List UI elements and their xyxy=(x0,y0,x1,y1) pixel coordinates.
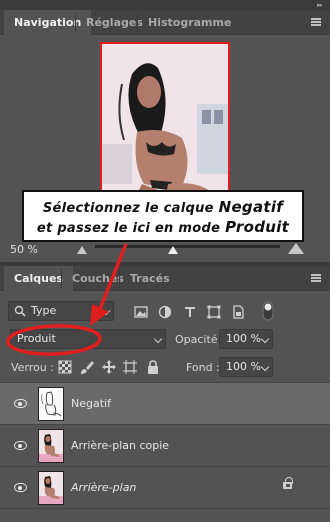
photo-thumbnail-icon xyxy=(39,430,63,462)
lock-position-icon[interactable] xyxy=(101,359,117,375)
layers-tabbar: Calques Couches Tracés xyxy=(0,266,330,291)
eye-icon[interactable] xyxy=(14,399,27,408)
smart-object-filter-icon[interactable] xyxy=(230,304,246,320)
chevron-down-icon xyxy=(153,334,163,344)
layer-thumbnail xyxy=(38,429,64,463)
photo-thumbnail-icon xyxy=(39,472,63,504)
callout-text: Sélectionnez le calque xyxy=(42,201,219,216)
layer-filter-row: Type xyxy=(0,298,330,324)
navigation-panel-menu-icon[interactable] xyxy=(311,18,321,26)
lock-transparent-pixels-icon[interactable] xyxy=(57,359,73,375)
opacity-label: Opacité : xyxy=(175,333,225,346)
navigation-tabbar: Navigation Réglages Histogramme xyxy=(0,10,330,35)
layer-row-arriere-plan-copie[interactable]: Arrière-plan copie xyxy=(0,425,330,467)
fill-value: 100 % xyxy=(226,360,261,373)
layer-name[interactable]: Arrière-plan xyxy=(71,481,136,494)
layer-thumbnail xyxy=(38,471,64,505)
negative-thumbnail-icon xyxy=(39,388,63,420)
callout-text: et passez le xyxy=(36,221,133,236)
callout-layer-name: Negatif xyxy=(218,198,284,216)
search-icon xyxy=(14,305,26,317)
layers-panel-menu-icon[interactable] xyxy=(311,274,321,282)
layer-filter-value: Type xyxy=(31,304,57,317)
zoom-in-icon[interactable] xyxy=(288,243,304,254)
opacity-value: 100 % xyxy=(226,332,261,345)
eye-icon[interactable] xyxy=(14,483,27,492)
fill-field[interactable]: 100 % xyxy=(219,357,273,377)
layers-list: Negatif Arrière-plan copie Arrière-plan xyxy=(0,382,330,522)
lock-fill-row: Verrou : Fond : 100 % xyxy=(0,354,330,380)
fill-label: Fond : xyxy=(186,361,220,374)
opacity-field[interactable]: 100 % xyxy=(219,329,273,349)
callout-mode-name: Produit xyxy=(225,218,290,236)
filter-toggle-icon[interactable] xyxy=(262,301,274,321)
navigator-zoom-row: 50 % xyxy=(0,240,330,260)
lock-artboard-icon[interactable] xyxy=(122,359,138,375)
tab-histogramme[interactable]: Histogramme xyxy=(138,10,241,35)
eye-icon[interactable] xyxy=(14,441,27,450)
callout-text: ici xyxy=(132,221,151,236)
layer-name[interactable]: Arrière-plan copie xyxy=(71,439,169,452)
type-layer-filter-icon[interactable] xyxy=(182,304,198,320)
layer-name[interactable]: Negatif xyxy=(71,397,111,410)
layer-row-arriere-plan[interactable]: Arrière-plan xyxy=(0,467,330,509)
collapse-panels-icon[interactable]: ▸▸ xyxy=(317,1,323,9)
layer-thumbnail xyxy=(38,387,64,421)
callout-text: en mode xyxy=(150,221,226,236)
lock-image-pixels-icon[interactable] xyxy=(79,359,95,375)
zoom-level[interactable]: 50 % xyxy=(10,243,38,256)
layer-row-negatif[interactable]: Negatif xyxy=(0,383,330,425)
adjustment-layer-filter-icon[interactable] xyxy=(157,304,173,320)
lock-all-icon[interactable] xyxy=(145,359,161,375)
chevron-down-icon[interactable] xyxy=(260,362,270,372)
panel-dock-header: ▸▸ xyxy=(0,0,330,10)
annotation-arrow xyxy=(90,243,128,326)
tutorial-callout: Sélectionnez le calque Negatif et passez… xyxy=(22,190,304,242)
lock-icon[interactable] xyxy=(283,477,293,489)
lock-label: Verrou : xyxy=(11,361,54,374)
chevron-down-icon[interactable] xyxy=(260,334,270,344)
zoom-slider-thumb[interactable] xyxy=(168,246,178,254)
shape-layer-filter-icon[interactable] xyxy=(206,304,222,320)
